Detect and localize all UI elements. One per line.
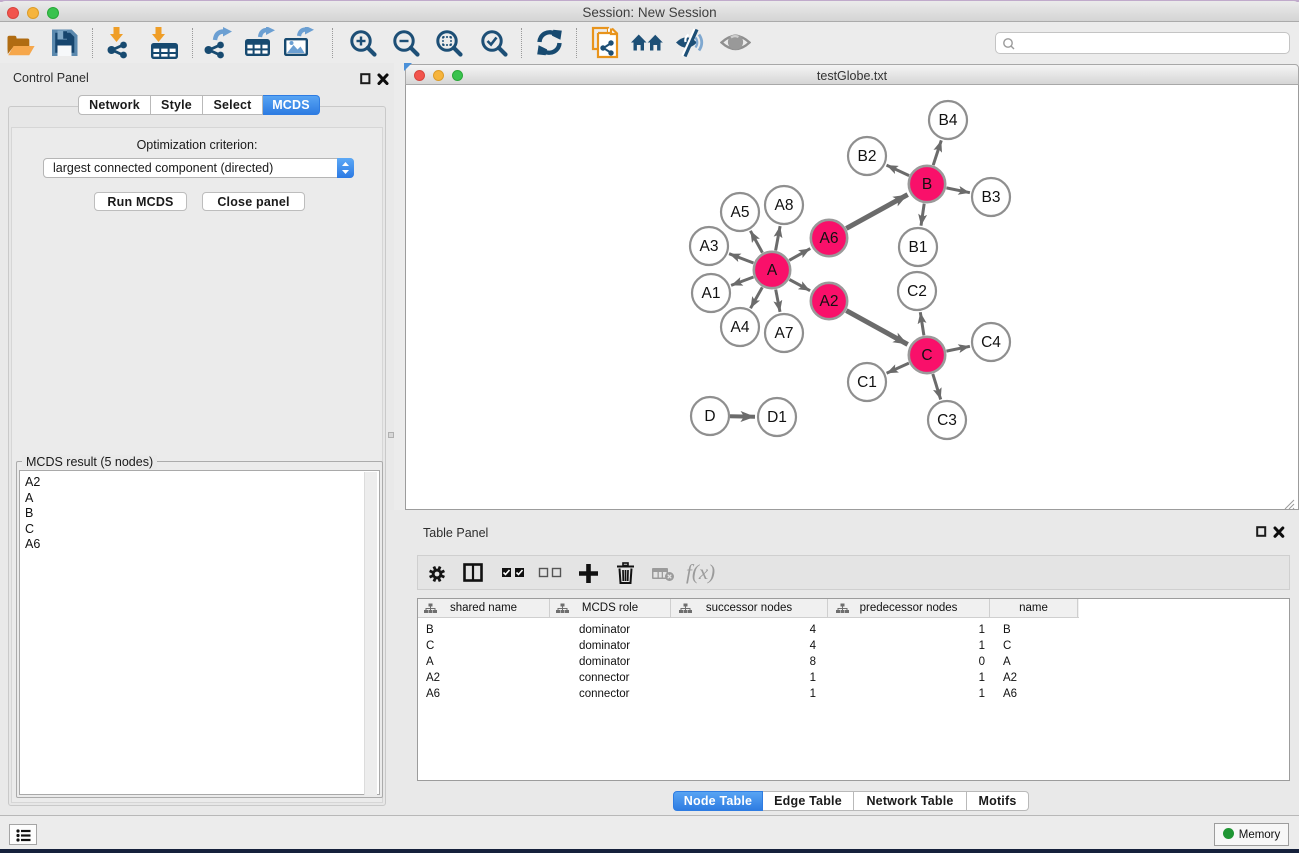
svg-text:A1: A1 bbox=[702, 285, 721, 302]
svg-text:C3: C3 bbox=[937, 412, 957, 429]
svg-text:D: D bbox=[704, 408, 715, 425]
svg-text:C4: C4 bbox=[981, 334, 1001, 351]
svg-text:B2: B2 bbox=[858, 148, 877, 165]
svg-text:A4: A4 bbox=[731, 319, 750, 336]
svg-text:C2: C2 bbox=[907, 283, 927, 300]
svg-text:A7: A7 bbox=[775, 325, 794, 342]
svg-text:A3: A3 bbox=[700, 238, 719, 255]
svg-text:A5: A5 bbox=[731, 204, 750, 221]
svg-text:A8: A8 bbox=[775, 197, 794, 214]
svg-text:B3: B3 bbox=[982, 189, 1001, 206]
svg-text:C1: C1 bbox=[857, 374, 877, 391]
svg-text:A: A bbox=[767, 262, 778, 279]
svg-text:B: B bbox=[922, 176, 932, 193]
svg-text:B4: B4 bbox=[939, 112, 958, 129]
svg-text:A6: A6 bbox=[820, 230, 839, 247]
svg-text:C: C bbox=[921, 347, 932, 364]
svg-text:B1: B1 bbox=[909, 239, 928, 256]
svg-text:A2: A2 bbox=[820, 293, 839, 310]
svg-text:D1: D1 bbox=[767, 409, 787, 426]
